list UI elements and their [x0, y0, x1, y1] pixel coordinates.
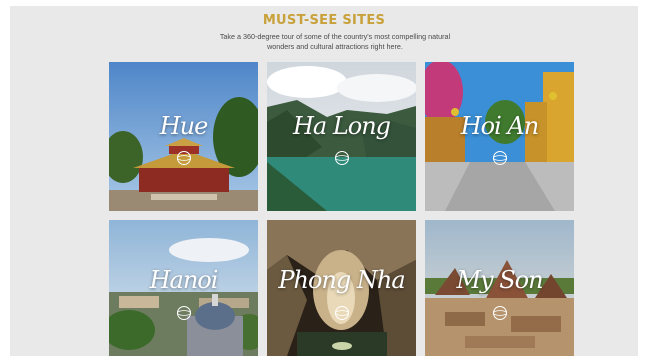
- site-label-hoi-an: Hoi An: [460, 112, 539, 140]
- subtitle-line-2: wonders and cultural attractions right h…: [267, 42, 403, 51]
- site-card-hanoi[interactable]: Hanoi: [109, 220, 258, 356]
- site-label-hanoi: Hanoi: [149, 266, 219, 294]
- subtitle-line-1: Take a 360-degree tour of some of the co…: [219, 32, 451, 41]
- section-title: MUST-SEE SITES: [262, 13, 386, 28]
- site-label-ha-long: Ha Long: [292, 112, 391, 140]
- 360-view-icon: [334, 306, 349, 320]
- site-card-phong-nha[interactable]: Phong Nha: [267, 220, 416, 356]
- 360-view-icon: [176, 151, 191, 165]
- site-label-hue: Hue: [159, 112, 209, 140]
- site-card-hue[interactable]: Hue: [109, 62, 258, 211]
- page-frame: MUST-SEE SITES Take a 360-degree tour of…: [10, 6, 638, 356]
- site-label-my-son: My Son: [456, 266, 543, 294]
- section-subtitle: Take a 360-degree tour of some of the co…: [190, 32, 480, 52]
- site-card-my-son[interactable]: My Son: [425, 220, 574, 356]
- 360-view-icon: [176, 306, 191, 320]
- 360-view-icon: [334, 151, 349, 165]
- site-label-phong-nha: Phong Nha: [278, 266, 405, 294]
- 360-view-icon: [492, 306, 507, 320]
- site-card-ha-long[interactable]: Ha Long: [267, 62, 416, 211]
- site-card-hoi-an[interactable]: Hoi An: [425, 62, 574, 211]
- 360-view-icon: [492, 151, 507, 165]
